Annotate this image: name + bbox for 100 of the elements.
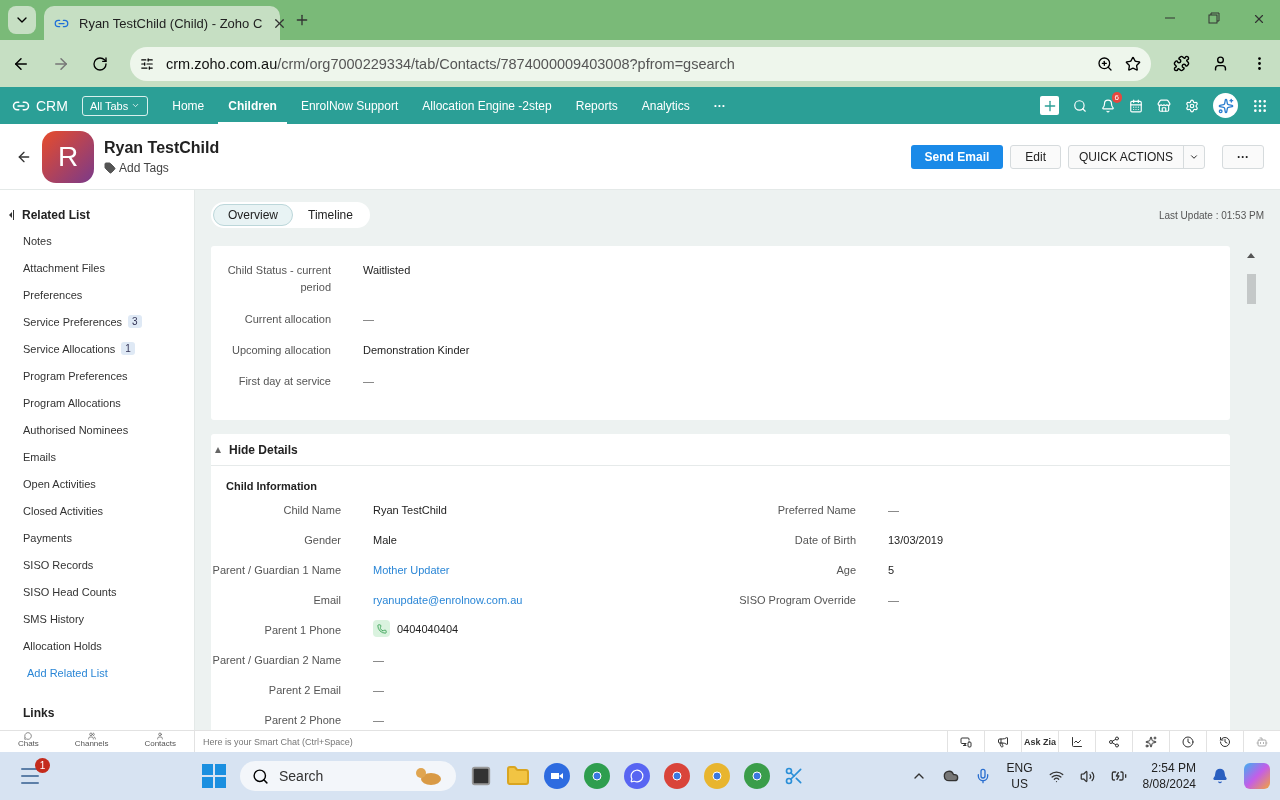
chat-tab[interactable]: Contacts <box>144 731 176 752</box>
language-indicator[interactable]: ENG US <box>1006 760 1033 792</box>
related-list-item[interactable]: SISO Head Counts <box>8 578 194 605</box>
related-list-item[interactable]: SMS History <box>8 605 194 632</box>
chat-tab-label: Chats <box>17 740 39 748</box>
field-value: — <box>363 374 374 389</box>
speech-bubble-icon <box>24 732 33 740</box>
field-value: — <box>363 312 374 327</box>
widgets-badge: 1 <box>35 758 50 773</box>
zoom-icon[interactable] <box>1097 55 1113 72</box>
field-label: Child Name <box>282 503 341 518</box>
related-list-item[interactable]: Closed Activities <box>8 497 194 524</box>
profile-icon[interactable] <box>1212 55 1229 72</box>
related-list-item[interactable]: Authorised Nominees <box>8 416 194 443</box>
taskbar-search-field[interactable]: Search <box>240 761 456 791</box>
site-settings-icon[interactable] <box>140 56 154 71</box>
related-list-item[interactable]: Program Allocations <box>8 389 194 416</box>
battery-icon[interactable] <box>1110 768 1127 784</box>
field-value: 13/03/2019 <box>888 533 944 548</box>
field-label: Age <box>835 563 856 578</box>
more-actions-button[interactable]: ··· <box>1222 144 1264 169</box>
field-label: Parent 2 Email <box>267 683 341 698</box>
item-count: 3 <box>128 315 142 328</box>
field-value: Male <box>373 533 397 548</box>
field-label: Current allocation <box>243 312 331 327</box>
tag-icon <box>104 161 116 174</box>
volume-icon[interactable] <box>1079 768 1095 784</box>
related-list-item[interactable]: Allocation Holds <box>8 632 194 659</box>
browser-app-icon[interactable] <box>584 763 610 789</box>
edit-button[interactable]: Edit <box>1010 144 1061 169</box>
start-icon[interactable] <box>202 764 226 788</box>
bookmark-star-icon[interactable] <box>1125 55 1141 72</box>
related-list-item[interactable]: Payments <box>8 524 194 551</box>
user-avatar[interactable] <box>1213 93 1238 118</box>
field-value: 5 <box>888 563 895 578</box>
related-list-item[interactable]: Service Preferences 3 <box>8 308 194 335</box>
close-icon[interactable] <box>1252 12 1266 26</box>
store-icon[interactable] <box>1157 98 1171 113</box>
chat-tab-label: Contacts <box>144 740 176 748</box>
related-list-item[interactable]: Notes <box>8 227 194 254</box>
person-icon <box>156 732 165 740</box>
scissors-icon[interactable] <box>784 766 804 786</box>
item-count: 1 <box>121 342 135 355</box>
copilot-icon[interactable] <box>1244 763 1270 789</box>
field-link[interactable]: ryanupdate@enrolnow.com.au <box>373 592 523 622</box>
related-list-item[interactable]: Service Allocations 1 <box>8 335 194 362</box>
calendar-icon[interactable] <box>1129 98 1143 113</box>
field-label: Gender <box>303 533 341 548</box>
hide-details-toggle[interactable]: Hide Details <box>211 434 1230 466</box>
chat-app-icon[interactable] <box>624 763 650 789</box>
browser-app-icon[interactable] <box>664 763 690 789</box>
scroll-up-icon[interactable] <box>1247 252 1255 258</box>
browser-app-icon[interactable] <box>704 763 730 789</box>
field-link[interactable]: Mother Updater <box>373 562 450 592</box>
view-tab[interactable]: Overview <box>213 204 293 226</box>
search-icon[interactable] <box>1073 98 1087 113</box>
new-tab-button[interactable] <box>294 12 310 28</box>
related-list-item[interactable]: Program Preferences <box>8 362 194 389</box>
field-value: 0404040404 <box>397 622 459 637</box>
field-value: Demonstration Kinder <box>363 343 470 358</box>
url-text: crm.zoho.com.au/crm/org7000229334/tab/Contacts/7874000009403008?pfrom=gsearch <box>166 55 736 72</box>
tab-list-button[interactable] <box>8 6 36 34</box>
task-view-icon[interactable] <box>470 765 492 787</box>
field-label: Upcoming allocation <box>230 343 331 358</box>
related-list-item[interactable]: Attachment Files <box>8 254 194 281</box>
field-value: — <box>888 503 899 518</box>
scrollbar-thumb[interactable] <box>1247 274 1256 304</box>
notification-bell-icon[interactable] <box>1101 98 1115 113</box>
related-list-item[interactable]: Preferences <box>8 281 194 308</box>
related-list-item[interactable]: SISO Records <box>8 551 194 578</box>
video-app-icon[interactable] <box>544 763 570 789</box>
reload-icon[interactable] <box>92 55 108 72</box>
field-label: Parent 2 Phone <box>263 713 341 728</box>
add-tags-link[interactable]: Add Tags <box>104 160 220 175</box>
chat-tab-label: Channels <box>74 740 109 748</box>
wifi-icon[interactable] <box>1048 768 1064 784</box>
add-related-list-link[interactable]: Add Related List <box>8 659 194 686</box>
collapse-icon[interactable] <box>8 210 14 220</box>
related-list-item[interactable]: Emails <box>8 443 194 470</box>
field-label: Email <box>312 593 341 608</box>
apps-grid-icon[interactable] <box>1252 97 1268 114</box>
send-email-button[interactable]: Send Email <box>910 144 1004 169</box>
related-list-item[interactable]: Open Activities <box>8 470 194 497</box>
address-bar[interactable]: crm.zoho.com.au/crm/org7000229334/tab/Contacts/7874000009403008?pfrom=gsearch <box>130 46 1151 81</box>
field-value: Waitlisted <box>363 263 411 278</box>
field-label: Parent / Guardian 2 Name <box>211 653 341 668</box>
chat-tab[interactable]: Chats <box>17 731 39 752</box>
clock[interactable]: 2:54 PM 8/08/2024 <box>1142 760 1196 792</box>
triangle-icon <box>215 446 221 453</box>
restore-icon[interactable] <box>1208 12 1220 26</box>
view-tab[interactable]: Timeline <box>293 204 368 226</box>
extensions-icon[interactable] <box>1173 55 1190 72</box>
last-update-text: Last Update : 01:53 PM <box>1158 209 1264 221</box>
cloud-icon[interactable] <box>942 768 959 784</box>
browser-app-icon[interactable] <box>744 763 770 789</box>
chat-tab[interactable]: Channels <box>74 731 109 752</box>
settings-icon[interactable] <box>1185 98 1199 113</box>
crm-brand: CRM <box>36 97 68 114</box>
bell-icon[interactable] <box>1212 768 1228 784</box>
field-label: SISO Program Override <box>738 593 856 608</box>
